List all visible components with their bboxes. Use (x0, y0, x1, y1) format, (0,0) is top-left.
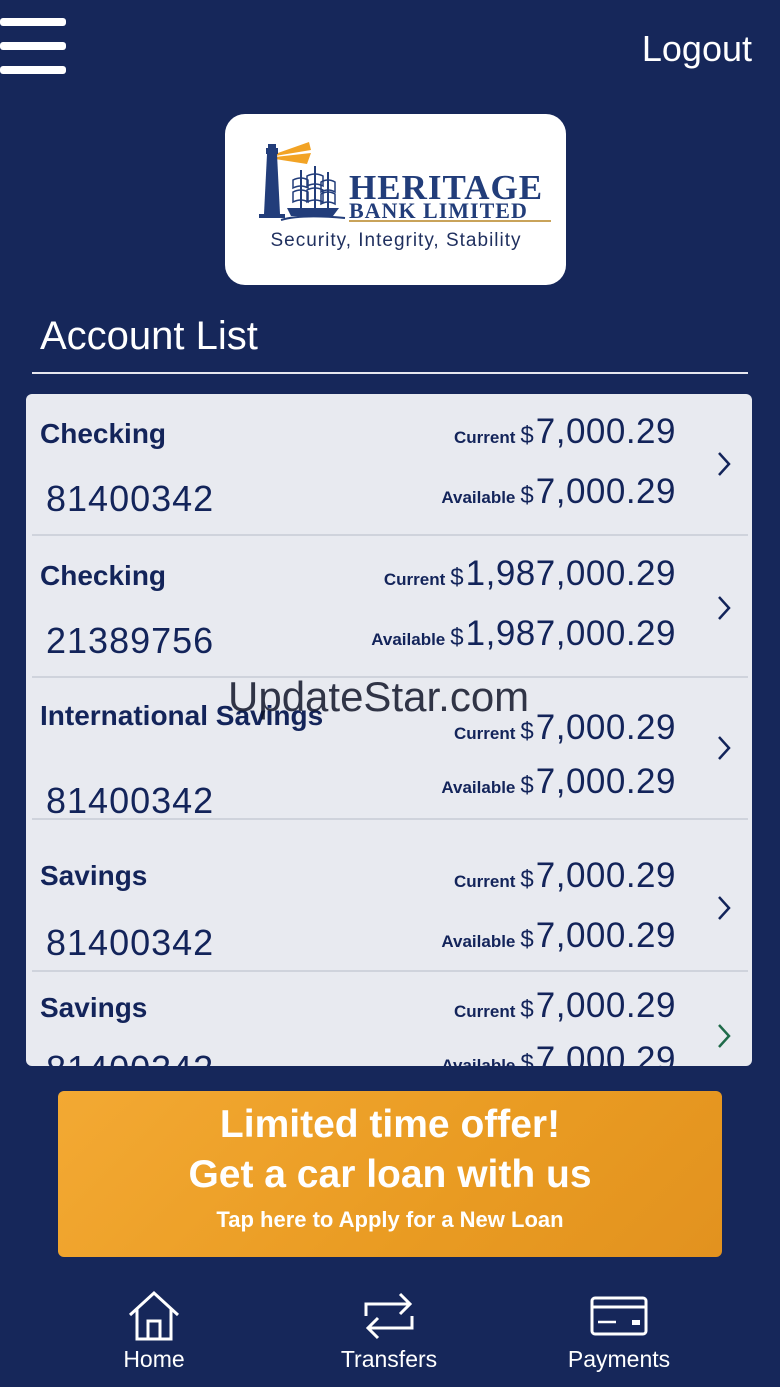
account-type: Checking (40, 418, 167, 449)
promo-cta: Tap here to Apply for a New Loan (216, 1207, 564, 1232)
current-label: Current (453, 428, 516, 447)
current-amount: 1,987,000.29 (465, 554, 676, 593)
current-balance: Current $ 7,000.29 (454, 856, 676, 896)
nav-transfers[interactable]: Transfers (309, 1290, 469, 1380)
title-divider (32, 372, 748, 374)
chevron-right-icon (718, 896, 731, 920)
nav-home-label: Home (123, 1346, 185, 1372)
account-number: 81400342 (46, 1048, 214, 1066)
account-list[interactable]: Checking 81400342 Current $ 7,000.29 Ava… (26, 394, 752, 1066)
currency-symbol: $ (520, 1050, 534, 1066)
car-loan-promo-banner[interactable]: Limited time offer! Get a car loan with … (58, 1091, 722, 1257)
account-type: Savings (40, 992, 148, 1023)
available-balance: Available $ 1,987,000.29 (371, 614, 676, 654)
available-amount: 1,987,000.29 (465, 614, 676, 653)
currency-symbol: $ (520, 866, 534, 893)
nav-transfers-label: Transfers (340, 1346, 438, 1372)
page-title: Account List (40, 314, 258, 358)
bank-logo: HERITAGE BANK LIMITED Security, Integrit… (225, 114, 566, 285)
promo-headline: Limited time offer! (219, 1103, 561, 1146)
current-amount: 7,000.29 (535, 708, 676, 747)
account-type: International Savings (40, 700, 324, 731)
logout-button[interactable]: Logout (642, 28, 752, 70)
current-label: Current (453, 1002, 516, 1021)
available-balance: Available $ 7,000.29 (441, 472, 676, 512)
account-number: 81400342 (46, 922, 215, 963)
account-number: 21389756 (46, 620, 215, 661)
current-amount: 7,000.29 (535, 856, 676, 895)
currency-symbol: $ (450, 624, 464, 651)
lighthouse-ship-logo-icon (259, 142, 346, 221)
currency-symbol: $ (520, 996, 534, 1023)
available-amount: 7,000.29 (535, 472, 676, 511)
currency-symbol: $ (520, 422, 534, 449)
account-row[interactable]: Savings 81400342 Current $ 7,000.29 Avai… (26, 820, 752, 972)
nav-home[interactable]: Home (74, 1290, 234, 1380)
credit-card-icon (590, 1296, 648, 1336)
current-amount: 7,000.29 (535, 412, 676, 451)
available-amount: 7,000.29 (535, 1040, 676, 1066)
available-amount: 7,000.29 (535, 916, 676, 955)
available-balance: Available $ 7,000.29 (441, 916, 676, 956)
account-row[interactable]: Savings 81400342 Current $ 7,000.29 Avai… (26, 972, 752, 1066)
current-balance: Current $ 7,000.29 (454, 986, 676, 1026)
current-label: Current (383, 570, 446, 589)
account-number: 81400342 (46, 478, 215, 519)
current-amount: 7,000.29 (535, 986, 676, 1025)
nav-payments-label: Payments (567, 1346, 671, 1372)
account-row[interactable]: Checking 21389756 Current $ 1,987,000.29… (26, 536, 752, 678)
available-label: Available (441, 932, 516, 951)
currency-symbol: $ (450, 564, 464, 591)
logo-divider (349, 220, 551, 222)
hamburger-menu-icon[interactable] (0, 18, 66, 74)
available-label: Available (441, 1056, 516, 1066)
available-label: Available (441, 778, 516, 797)
available-balance: Available $ 7,000.29 (441, 1040, 676, 1066)
account-row[interactable]: Checking 81400342 Current $ 7,000.29 Ava… (26, 394, 752, 536)
current-label: Current (453, 872, 516, 891)
current-balance: Current $ 1,987,000.29 (384, 554, 676, 594)
chevron-right-icon (718, 1024, 731, 1048)
home-icon (128, 1290, 180, 1341)
nav-payments[interactable]: Payments (539, 1290, 699, 1380)
account-number: 81400342 (46, 780, 215, 821)
current-balance: Current $ 7,000.29 (454, 412, 676, 452)
available-label: Available (371, 630, 446, 649)
current-label: Current (453, 724, 516, 743)
transfer-arrows-icon (364, 1292, 414, 1340)
account-type: Savings (40, 860, 148, 891)
chevron-right-icon (718, 596, 731, 620)
account-type: Checking (40, 560, 167, 591)
currency-symbol: $ (520, 718, 534, 745)
current-balance: Current $ 7,000.29 (454, 708, 676, 748)
currency-symbol: $ (520, 482, 534, 509)
promo-subheadline: Get a car loan with us (188, 1153, 592, 1196)
available-balance: Available $ 7,000.29 (441, 762, 676, 802)
account-row[interactable]: International Savings 81400342 Current $… (26, 678, 752, 821)
chevron-right-icon (718, 736, 731, 760)
currency-symbol: $ (520, 772, 534, 799)
bank-tagline: Security, Integrity, Stability (270, 230, 522, 251)
currency-symbol: $ (520, 926, 534, 953)
chevron-right-icon (718, 452, 731, 476)
available-label: Available (441, 488, 516, 507)
available-amount: 7,000.29 (535, 762, 676, 801)
